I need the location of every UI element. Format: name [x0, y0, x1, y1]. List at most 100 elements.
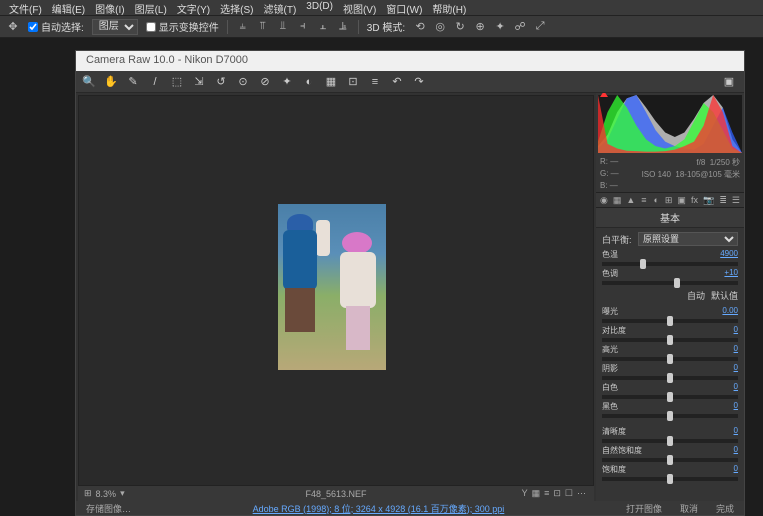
mode-icon[interactable]: ↻ — [453, 20, 467, 34]
align-icon[interactable]: ⫫ — [276, 20, 290, 34]
histogram[interactable] — [598, 95, 742, 153]
slider-thumb[interactable] — [667, 373, 673, 383]
cr-tool-icon[interactable]: ✎ — [126, 75, 140, 89]
slider-shadows[interactable]: 阴影0 — [602, 363, 738, 380]
panel-tab-icon[interactable]: ▲ — [626, 194, 635, 206]
menu-item[interactable]: 视图(V) — [338, 0, 381, 15]
status-icon[interactable]: ≡ — [544, 488, 549, 499]
panel-tab-icon[interactable]: ≣ — [719, 194, 727, 206]
status-icon[interactable]: ⊡ — [553, 488, 561, 499]
cr-tool-icon[interactable]: ✦ — [280, 75, 294, 89]
wb-select[interactable]: 原照设置 — [638, 232, 738, 246]
slider-value[interactable]: 0 — [734, 325, 738, 336]
save-button[interactable]: 存储图像… — [86, 502, 131, 515]
menu-item[interactable]: 文件(F) — [4, 0, 47, 15]
align-icon[interactable]: ⫠ — [316, 20, 330, 34]
panel-tab-icon[interactable]: ⊞ — [665, 194, 673, 206]
slider-value[interactable]: 4900 — [720, 249, 738, 260]
mode-icon[interactable]: ⟲ — [413, 20, 427, 34]
slider-thumb[interactable] — [667, 392, 673, 402]
panel-tab-icon[interactable]: ▣ — [677, 194, 686, 206]
preview-mode-icon[interactable]: ▣ — [722, 75, 736, 89]
slider-saturation[interactable]: 饱和度0 — [602, 464, 738, 481]
slider-track[interactable] — [602, 338, 738, 342]
zoom-value[interactable]: 8.3% — [96, 489, 117, 499]
panel-tab-icon[interactable]: 📷 — [703, 194, 714, 206]
mode-icon[interactable]: ◎ — [433, 20, 447, 34]
cr-tool-icon[interactable]: ↷ — [412, 75, 426, 89]
cr-tool-icon[interactable]: / — [148, 75, 162, 89]
menu-item[interactable]: 图层(L) — [130, 0, 172, 15]
slider-contrast[interactable]: 对比度0 — [602, 325, 738, 342]
footer-button[interactable]: 取消 — [680, 502, 698, 515]
slider-highlights[interactable]: 高光0 — [602, 344, 738, 361]
slider-value[interactable]: 0 — [734, 426, 738, 437]
slider-thumb[interactable] — [667, 411, 673, 421]
slider-value[interactable]: 0 — [734, 401, 738, 412]
slider-value[interactable]: 0 — [734, 344, 738, 355]
slider-exposure[interactable]: 曝光0.00 — [602, 306, 738, 323]
slider-value[interactable]: 0 — [734, 464, 738, 475]
slider-track[interactable] — [602, 319, 738, 323]
mode-icon[interactable]: ☍ — [513, 20, 527, 34]
slider-thumb[interactable] — [667, 316, 673, 326]
panel-tab-icon[interactable]: ≡ — [640, 194, 647, 206]
status-icon[interactable]: ⋯ — [577, 488, 586, 499]
align-icon[interactable]: ⫪ — [256, 20, 270, 34]
slider-clarity[interactable]: 清晰度0 — [602, 426, 738, 443]
show-transform-input[interactable] — [146, 22, 156, 32]
slider-track[interactable] — [602, 414, 738, 418]
cr-tool-icon[interactable]: ⬚ — [170, 75, 184, 89]
show-transform-checkbox[interactable]: 显示变换控件 — [146, 19, 219, 34]
slider-blacks[interactable]: 黑色0 — [602, 401, 738, 418]
slider-thumb[interactable] — [640, 259, 646, 269]
menu-item[interactable]: 滤镜(T) — [259, 0, 302, 15]
menu-item[interactable]: 图像(I) — [90, 0, 129, 15]
preview-area[interactable] — [78, 95, 594, 499]
status-icon[interactable]: Y — [522, 488, 528, 499]
slider-thumb[interactable] — [667, 354, 673, 364]
menu-item[interactable]: 编辑(E) — [47, 0, 90, 15]
slider-vibrance[interactable]: 自然饱和度0 — [602, 445, 738, 462]
menu-item[interactable]: 文字(Y) — [172, 0, 215, 15]
align-icon[interactable]: ⫞ — [296, 20, 310, 34]
slider-thumb[interactable] — [667, 436, 673, 446]
align-icon[interactable]: ⫡ — [336, 20, 350, 34]
cr-tool-icon[interactable]: ◐ — [302, 75, 316, 89]
auto-select-input[interactable] — [28, 22, 38, 32]
slider-thumb[interactable] — [667, 335, 673, 345]
slider-track[interactable] — [602, 357, 738, 361]
slider-value[interactable]: 0.00 — [722, 306, 738, 317]
layer-type-select[interactable]: 图层 — [92, 19, 138, 35]
status-icon[interactable]: ▦ — [532, 488, 541, 499]
slider-track[interactable] — [602, 458, 738, 462]
mode-icon[interactable]: ⤢ — [533, 20, 547, 34]
cr-tool-icon[interactable]: 🔍 — [82, 75, 96, 89]
slider-temp[interactable]: 色温4900 — [602, 249, 738, 266]
footer-button[interactable]: 完成 — [716, 502, 734, 515]
panel-tab-icon[interactable]: ◉ — [600, 194, 608, 206]
slider-value[interactable]: +10 — [724, 268, 738, 279]
slider-value[interactable]: 0 — [734, 382, 738, 393]
cr-tool-icon[interactable]: ↺ — [214, 75, 228, 89]
panel-tab-icon[interactable]: ◐ — [653, 194, 660, 206]
slider-thumb[interactable] — [667, 474, 673, 484]
mode-icon[interactable]: ⊕ — [473, 20, 487, 34]
cr-tool-icon[interactable]: ▦ — [324, 75, 338, 89]
slider-track[interactable] — [602, 395, 738, 399]
slider-whites[interactable]: 白色0 — [602, 382, 738, 399]
zoom-dropdown-icon[interactable]: ▾ — [120, 488, 125, 499]
auto-button[interactable]: 自动 — [687, 289, 705, 302]
slider-track[interactable] — [602, 281, 738, 285]
cr-tool-icon[interactable]: ↶ — [390, 75, 404, 89]
panel-tab-icon[interactable]: fx — [691, 194, 698, 206]
slider-track[interactable] — [602, 477, 738, 481]
menu-item[interactable]: 窗口(W) — [381, 0, 427, 15]
slider-thumb[interactable] — [667, 455, 673, 465]
default-button[interactable]: 默认值 — [711, 289, 738, 302]
cr-tool-icon[interactable]: ⊙ — [236, 75, 250, 89]
menu-item[interactable]: 3D(D) — [301, 0, 338, 15]
align-icon[interactable]: ⫨ — [236, 20, 250, 34]
workflow-link[interactable]: Adobe RGB (1998); 8 位; 3264 x 4928 (16.1… — [253, 502, 505, 515]
status-icon[interactable]: ☐ — [565, 488, 573, 499]
